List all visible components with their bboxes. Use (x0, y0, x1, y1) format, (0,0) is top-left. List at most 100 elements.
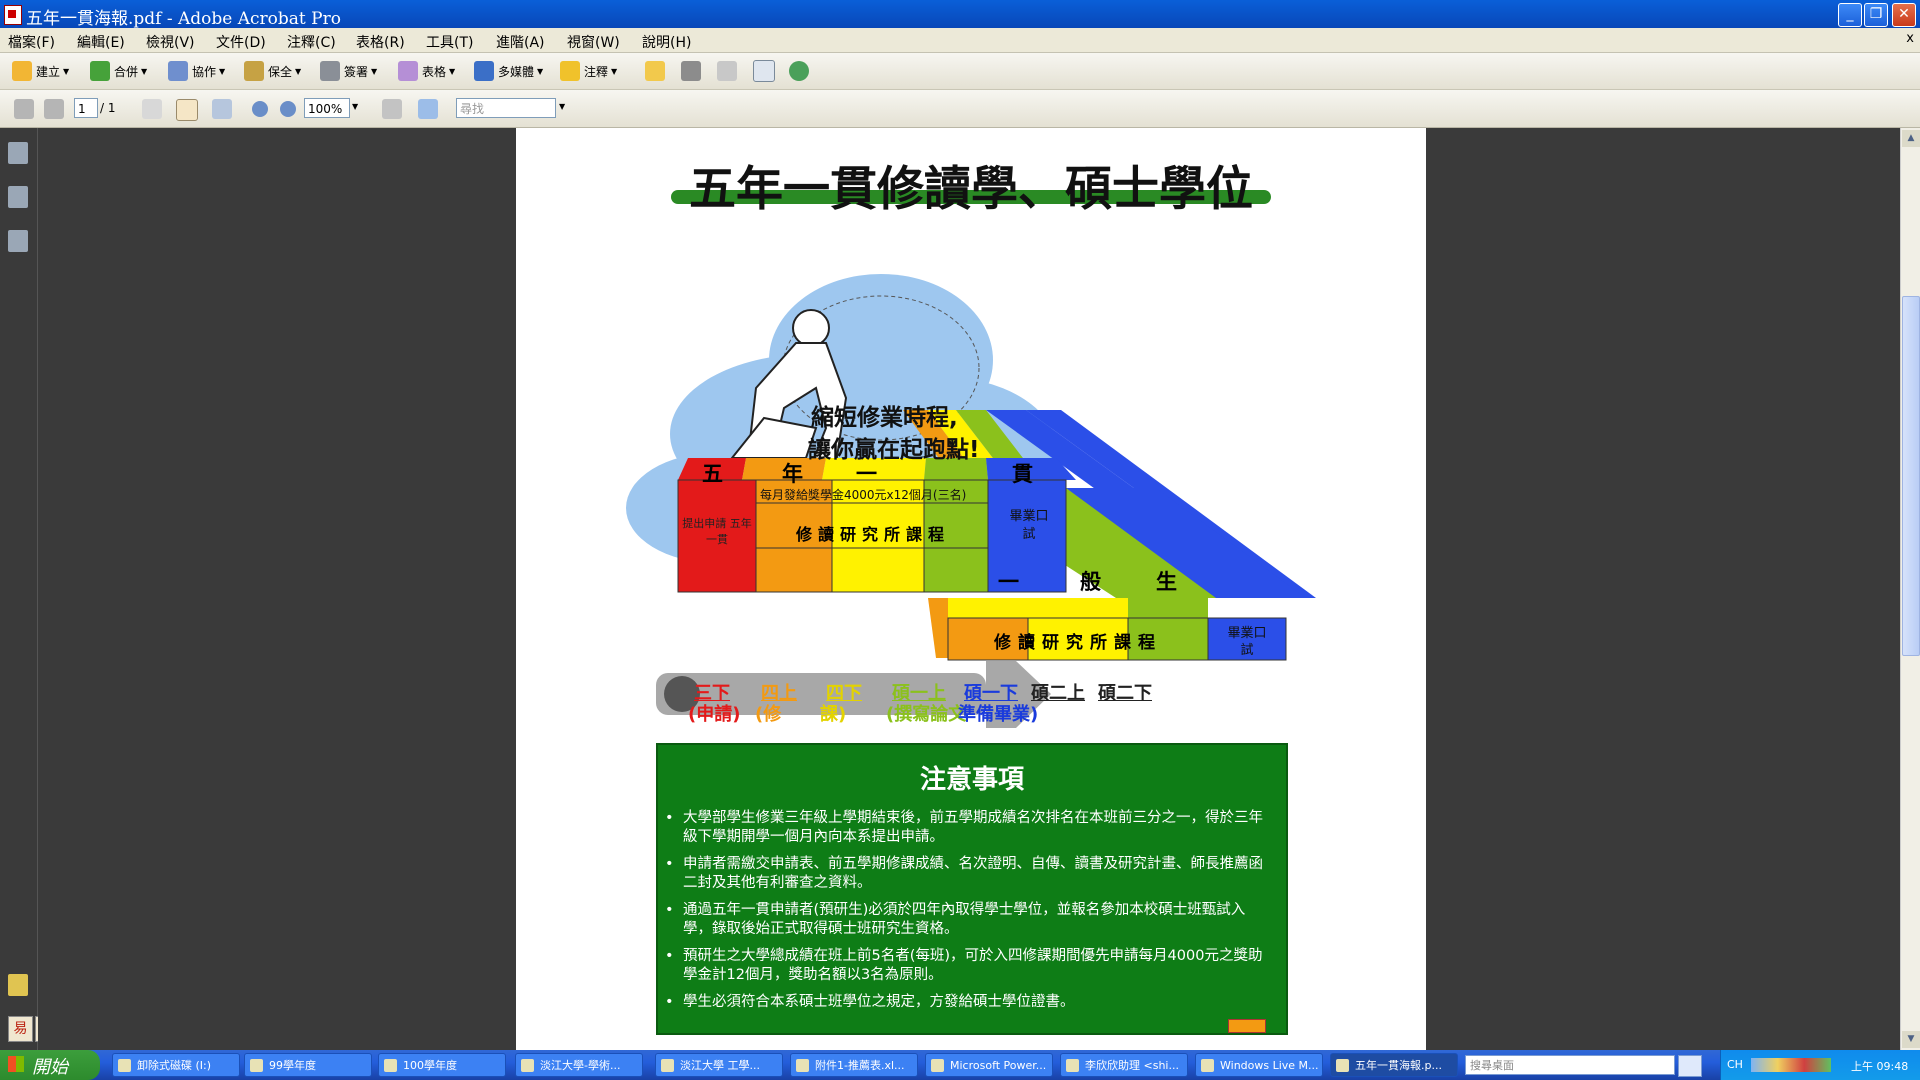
taskbar-item[interactable]: 附件1-推薦表.xl... (790, 1053, 918, 1077)
menu-help[interactable]: 說明(H) (642, 32, 691, 52)
scroll-thumb[interactable] (1902, 296, 1920, 656)
timeline-note: (修 (755, 704, 782, 725)
title-bar: 五年一貫海報.pdf - Adobe Acrobat Pro _ ❐ ✕ (0, 0, 1920, 29)
timeline-term: 碩二下 (1098, 683, 1152, 704)
menu-window[interactable]: 視窗(W) (567, 32, 620, 52)
window-title: 五年一貫海報.pdf - Adobe Acrobat Pro (26, 9, 341, 29)
collaborate-icon (168, 61, 188, 81)
collaborate-button[interactable]: 協作 ▼ (168, 59, 225, 83)
search-icon[interactable] (1678, 1055, 1702, 1077)
notes-title: 注意事項 (919, 765, 1024, 795)
printer-icon (681, 61, 701, 81)
pen-icon (320, 61, 340, 81)
menu-comments[interactable]: 注釋(C) (287, 32, 336, 52)
taskbar-item[interactable]: 卸除式磁碟 (I:) (112, 1053, 240, 1077)
defense-label: 畢業口試 (1009, 509, 1049, 542)
maximize-button[interactable]: ❐ (1864, 3, 1888, 27)
menu-file[interactable]: 檔案(F) (8, 32, 55, 52)
menu-bar: 檔案(F) 編輯(E) 檢視(V) 文件(D) 注釋(C) 表格(R) 工具(T… (0, 28, 1920, 53)
pages-icon[interactable] (8, 142, 28, 164)
create-icon (12, 61, 32, 81)
multimedia-button[interactable]: 多媒體 ▼ (474, 59, 543, 83)
doc-close-icon[interactable]: x (1906, 31, 1914, 46)
comments-icon[interactable] (8, 974, 28, 996)
print-button[interactable] (681, 59, 705, 83)
forms-button[interactable]: 表格 ▼ (398, 59, 455, 83)
taskbar-item[interactable]: 99學年度 (244, 1053, 372, 1077)
bookmarks-icon[interactable] (8, 186, 28, 208)
general-char: 生 (1156, 570, 1177, 594)
previous-page-icon[interactable] (14, 99, 34, 119)
dropdown-arrow-icon: ▼ (141, 66, 148, 76)
note-item: 學生必須符合本系碩士班學位之規定，方發給碩士學位證書。 (665, 993, 1273, 1012)
scroll-down-icon[interactable]: ▼ (1902, 1031, 1920, 1048)
menu-edit[interactable]: 編輯(E) (77, 32, 125, 52)
save-button[interactable] (717, 59, 741, 83)
ime-mode-button[interactable]: 易 (8, 1016, 33, 1042)
taskbar-item[interactable]: Microsoft Power... (925, 1053, 1053, 1077)
zoom-tool-icon[interactable] (212, 99, 232, 119)
lock-icon (244, 61, 264, 81)
taskbar-item[interactable]: 李欣欣助理 <shi... (1060, 1053, 1188, 1077)
scholarship-label: 每月發給獎學金4000元x12個月(三名) (760, 488, 967, 502)
scroll-up-icon[interactable]: ▲ (1902, 130, 1920, 147)
secure-button[interactable]: 保全 ▼ (244, 59, 301, 83)
comment-icon (560, 61, 580, 81)
zoom-dropdown-icon[interactable]: ▼ (352, 102, 358, 111)
disk-icon (717, 61, 737, 81)
email-button[interactable] (753, 59, 779, 83)
timeline-note: (撰寫論文 (886, 704, 967, 725)
menu-tools[interactable]: 工具(T) (426, 32, 473, 52)
general-course-label: 修讀研究所課程 (994, 633, 1162, 653)
desktop-search-input[interactable]: 搜尋桌面 (1465, 1055, 1675, 1075)
signatures-icon[interactable] (8, 230, 28, 252)
comment-button[interactable]: 注釋 ▼ (560, 59, 617, 83)
next-page-icon[interactable] (44, 99, 64, 119)
navigation-toolbar: 1 / 1 100% ▼ 尋找 ▼ (0, 90, 1920, 128)
create-button[interactable]: 建立 ▼ (12, 59, 69, 83)
menu-view[interactable]: 檢視(V) (146, 32, 195, 52)
zoom-in-icon[interactable] (280, 101, 296, 117)
dropdown-arrow-icon: ▼ (219, 66, 226, 76)
start-button[interactable]: 開始 (0, 1050, 100, 1080)
taskbar-item[interactable]: Windows Live M... (1195, 1053, 1323, 1077)
grad-course-label: 修讀研究所課程 (795, 525, 950, 544)
dropdown-arrow-icon: ▼ (371, 66, 378, 76)
find-dropdown-icon[interactable]: ▼ (559, 102, 565, 111)
minimize-button[interactable]: _ (1838, 3, 1862, 27)
menu-advanced[interactable]: 進階(A) (496, 32, 545, 52)
note-item: 預研生之大學總成績在班上前5名者(每班)，可於入四修課期間優先申請每月4000元… (665, 947, 1273, 985)
language-indicator[interactable]: CH (1727, 1058, 1743, 1071)
hand-tool-icon[interactable] (176, 99, 198, 121)
menu-forms[interactable]: 表格(R) (356, 32, 405, 52)
notes-box: 注意事項 大學部學生修業三年級上學期結束後，前五學期成績名次排名在本班前三分之一… (656, 743, 1288, 1035)
timeline-term: 碩二上 (1031, 683, 1085, 704)
web-button[interactable] (789, 59, 813, 83)
find-input[interactable]: 尋找 (456, 98, 556, 118)
windows-logo-icon (8, 1056, 24, 1072)
menu-document[interactable]: 文件(D) (216, 32, 266, 52)
envelope-icon (753, 60, 775, 82)
taskbar-item[interactable]: 淡江大學 工學... (655, 1053, 783, 1077)
folder-icon (645, 61, 665, 81)
sign-button[interactable]: 簽署 ▼ (320, 59, 377, 83)
zoom-out-icon[interactable] (252, 101, 268, 117)
select-text-icon[interactable] (142, 99, 162, 119)
taskbar-item[interactable]: 100學年度 (378, 1053, 506, 1077)
vertical-scrollbar[interactable]: ▲ ▼ (1900, 128, 1920, 1050)
taskbar-item[interactable]: 五年一貫海報.p... (1330, 1053, 1458, 1077)
open-button[interactable] (645, 59, 669, 83)
fit-page-icon[interactable] (418, 99, 438, 119)
five-year-char: 貫 (1012, 462, 1033, 486)
general-char: 一 (998, 570, 1019, 594)
close-button[interactable]: ✕ (1892, 3, 1916, 27)
taskbar-item[interactable]: 淡江大學-學術... (515, 1053, 643, 1077)
tray-icons[interactable] (1751, 1058, 1831, 1072)
combine-button[interactable]: 合併 ▼ (90, 59, 147, 83)
clock: 上午 09:48 (1851, 1060, 1909, 1073)
page-number-input[interactable]: 1 (74, 98, 98, 118)
fit-width-icon[interactable] (382, 99, 402, 119)
acrobat-icon (4, 5, 22, 25)
system-tray: CH 上午 09:48 (1720, 1050, 1920, 1080)
zoom-level-input[interactable]: 100% (304, 98, 350, 118)
